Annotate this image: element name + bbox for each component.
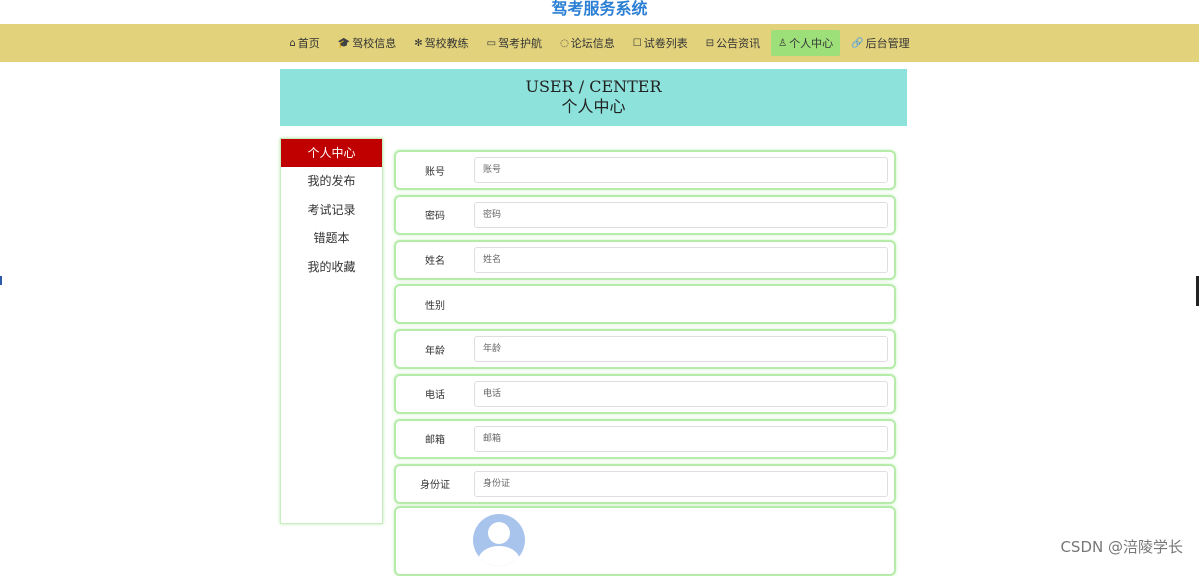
- news-icon: ⊟: [705, 37, 715, 49]
- user-icon: ♙: [778, 37, 788, 49]
- site-title: 驾考服务系统: [551, 0, 648, 18]
- id-card-label: 身份证: [420, 480, 450, 492]
- chat-icon: ◌: [560, 37, 569, 49]
- top-nav: ⌂ 首页 🎓 驾校信息 ✻ 驾校教练 ▭ 驾考护航 ◌ 论坛信息 ☐ 试卷列表 ⊟ 公告资讯 …: [0, 24, 1199, 62]
- sidebar-item-favorites[interactable]: 我的收藏: [281, 253, 382, 281]
- watermark: CSDN @涪陵学长: [1060, 538, 1183, 556]
- nav-item-home[interactable]: ⌂ 首页: [282, 30, 326, 56]
- id-card-input[interactable]: [474, 470, 888, 497]
- link-icon: 🔗: [851, 37, 864, 49]
- home-icon: ⌂: [289, 37, 296, 49]
- avatar-head-shape: [488, 522, 510, 544]
- banner-title-en: USER / CENTER: [525, 77, 662, 96]
- nav-label: 驾考护航: [498, 37, 543, 50]
- edge-marker-left: [0, 276, 2, 285]
- nav-label: 公告资讯: [716, 37, 761, 50]
- avatar-body-shape: [478, 546, 520, 566]
- nav-label: 论坛信息: [570, 37, 615, 50]
- age-input[interactable]: [474, 336, 888, 363]
- password-label: 密码: [425, 211, 445, 223]
- profile-form: 账号 密码 姓名 性别 年龄 电话 邮箱 身份证: [394, 150, 896, 508]
- account-label: 账号: [425, 166, 445, 178]
- form-row-phone: 电话: [394, 373, 896, 414]
- sidebar-item-wrong-questions[interactable]: 错题本: [281, 224, 382, 252]
- phone-label: 电话: [425, 390, 445, 402]
- sidebar-item-my-posts[interactable]: 我的发布: [281, 167, 382, 195]
- nav-item-coaches[interactable]: ✻ 驾校教练: [407, 30, 475, 56]
- phone-input[interactable]: [474, 380, 888, 407]
- form-row-password: 密码: [394, 194, 896, 235]
- form-row-gender[interactable]: 性别: [394, 284, 896, 325]
- name-label: 姓名: [425, 256, 445, 268]
- sidebar-item-exam-records[interactable]: 考试记录: [281, 196, 382, 224]
- nav-label: 后台管理: [865, 37, 910, 50]
- form-row-name: 姓名: [394, 239, 896, 280]
- book-icon: ☐: [632, 37, 642, 49]
- form-row-account: 账号: [394, 150, 896, 190]
- banner-title-cn: 个人中心: [561, 97, 626, 116]
- nav-label: 试卷列表: [643, 37, 688, 50]
- nav-item-exam-escort[interactable]: ▭ 驾考护航: [480, 30, 549, 56]
- nav-item-user-center[interactable]: ♙ 个人中心: [771, 30, 841, 56]
- nav-item-exam-papers[interactable]: ☐ 试卷列表: [626, 30, 695, 56]
- nav-item-admin[interactable]: 🔗 后台管理: [844, 30, 916, 56]
- nav-item-announcements[interactable]: ⊟ 公告资讯: [699, 30, 767, 56]
- nav-label: 驾校教练: [424, 37, 469, 50]
- sidebar-item-user-center[interactable]: 个人中心: [281, 139, 382, 168]
- gender-label: 性别: [425, 300, 445, 312]
- form-row-avatar: [394, 506, 896, 576]
- asterisk-icon: ✻: [414, 37, 423, 49]
- nav-label: 驾校信息: [352, 37, 397, 50]
- sidebar: 个人中心 我的发布 考试记录 错题本 我的收藏: [280, 138, 383, 524]
- age-label: 年龄: [425, 345, 445, 357]
- form-row-age: 年龄: [394, 329, 896, 370]
- form-row-email: 邮箱: [394, 418, 896, 459]
- email-input[interactable]: [474, 425, 888, 452]
- nav-item-driving-school-info[interactable]: 🎓 驾校信息: [331, 30, 403, 56]
- graduation-cap-icon: 🎓: [337, 37, 351, 49]
- page-banner: USER / CENTER 个人中心: [280, 69, 907, 126]
- form-row-id-card: 身份证: [394, 463, 896, 504]
- avatar[interactable]: [473, 514, 525, 566]
- account-input[interactable]: [474, 157, 888, 183]
- name-input[interactable]: [474, 246, 888, 273]
- nav-label: 首页: [297, 37, 320, 50]
- image-icon: ▭: [486, 37, 497, 49]
- nav-label: 个人中心: [789, 37, 834, 50]
- email-label: 邮箱: [425, 435, 445, 447]
- nav-item-forum[interactable]: ◌ 论坛信息: [553, 30, 622, 56]
- password-input[interactable]: [474, 201, 888, 228]
